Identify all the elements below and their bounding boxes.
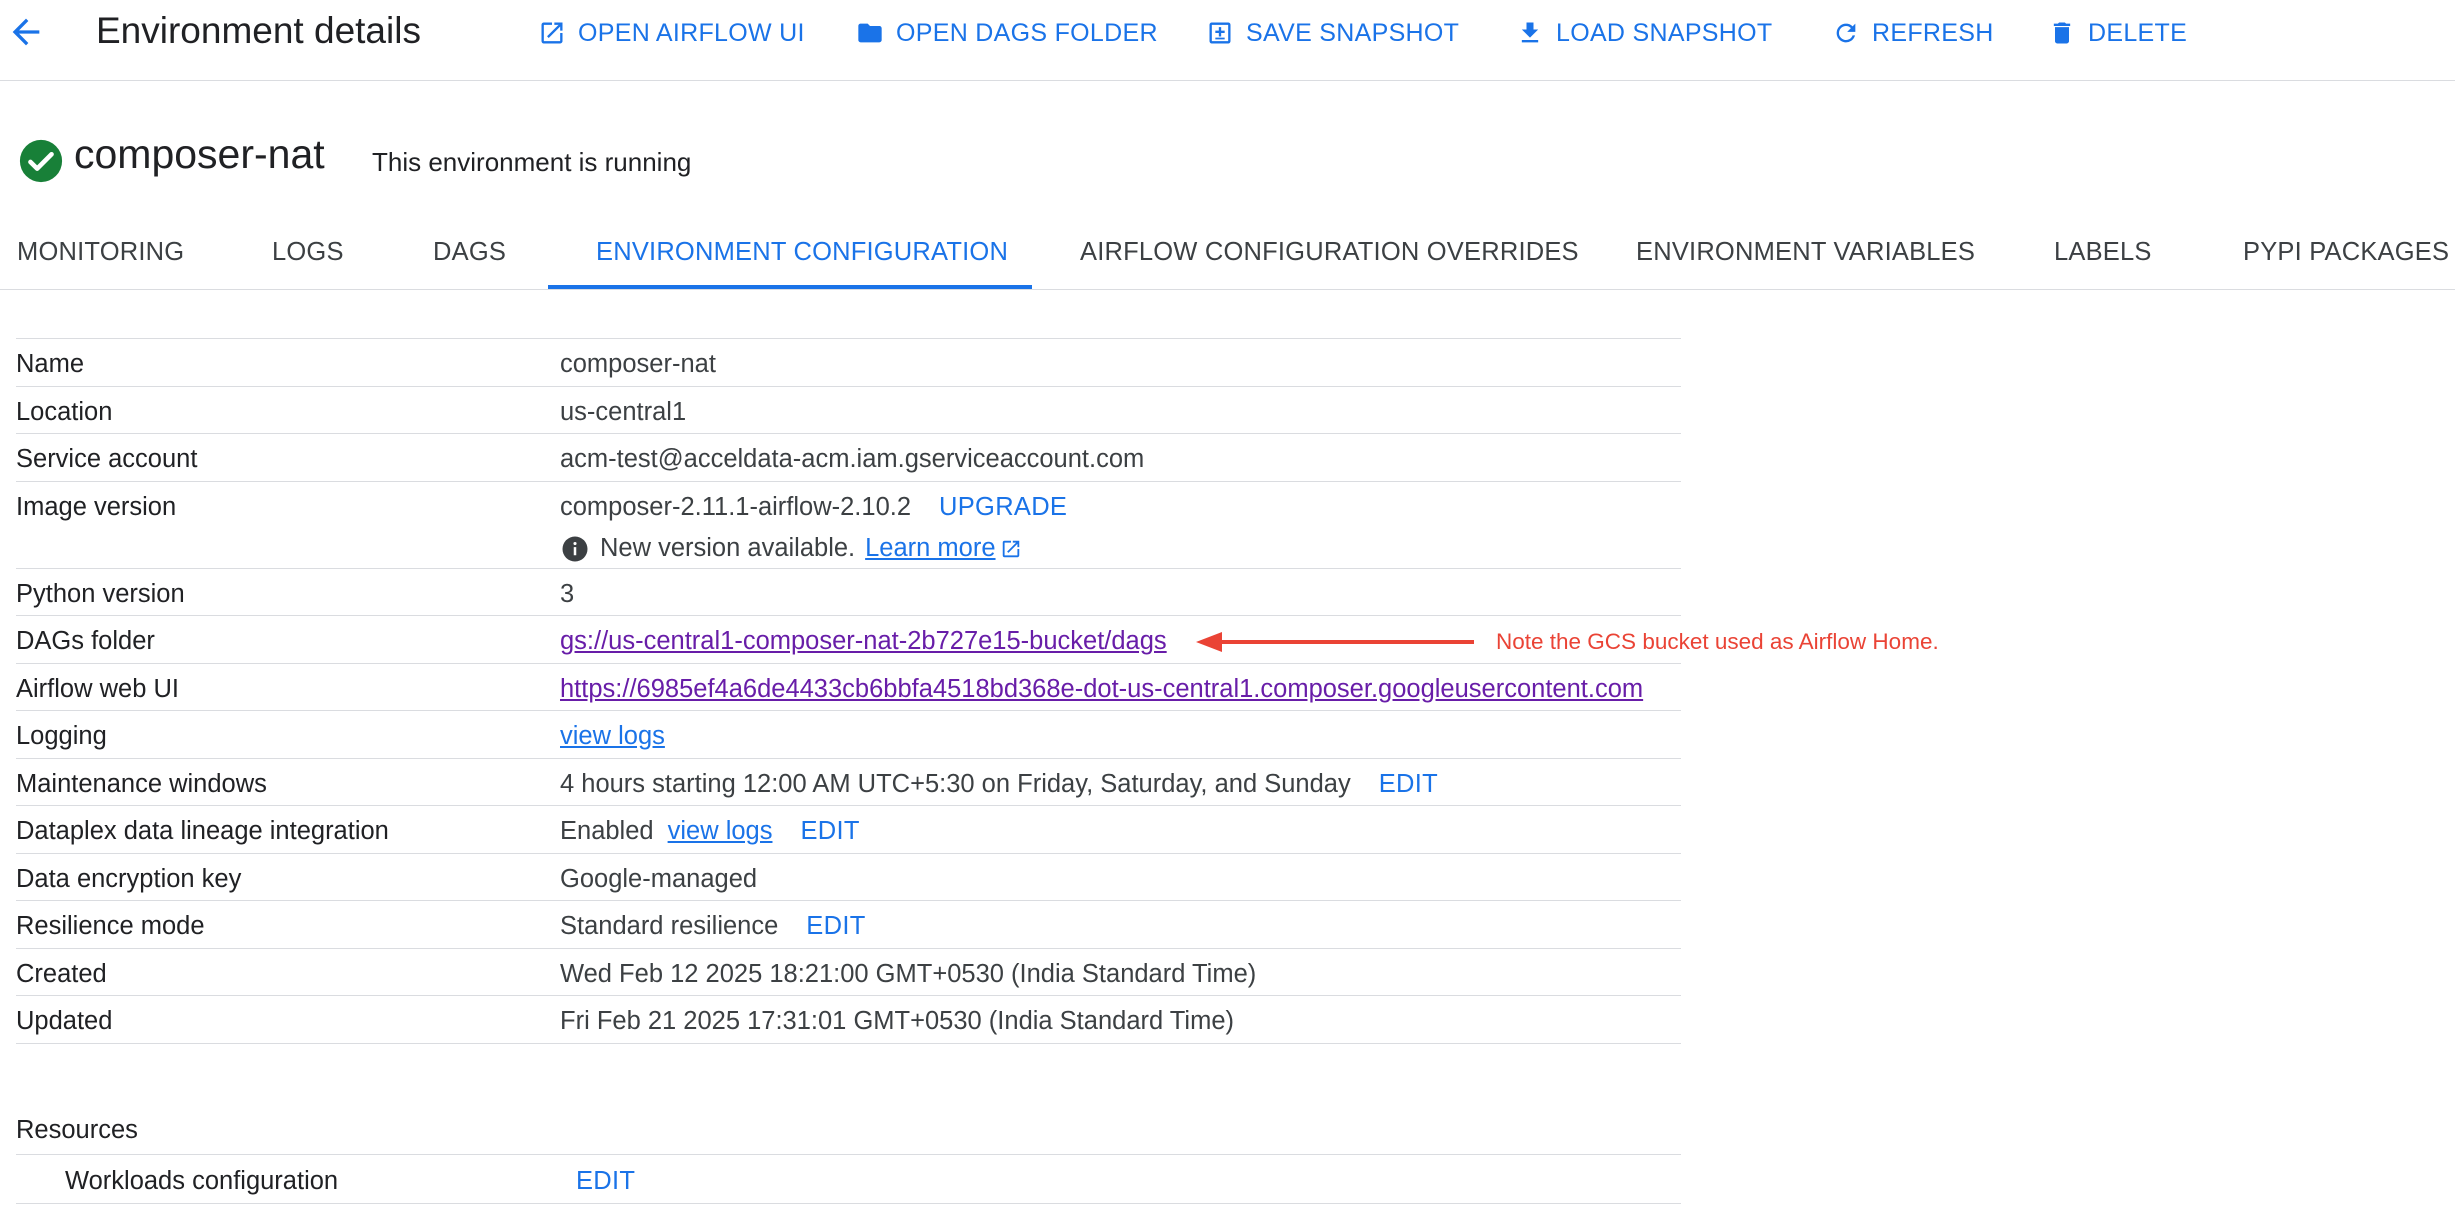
- open-airflow-ui-label: OPEN AIRFLOW UI: [578, 18, 805, 47]
- tab-pypi-packages[interactable]: PYPI PACKAGES: [2243, 238, 2449, 290]
- config-key: Data encryption key: [16, 864, 242, 893]
- resources-key: Workloads configuration: [65, 1167, 339, 1195]
- config-row-updated: Updated Fri Feb 21 2025 17:31:01 GMT+053…: [16, 995, 1681, 1044]
- maintenance-value: 4 hours starting 12:00 AM UTC+5:30 on Fr…: [560, 769, 1351, 798]
- config-value: Fri Feb 21 2025 17:31:01 GMT+0530 (India…: [560, 1007, 1235, 1035]
- environment-name: composer-nat: [74, 131, 325, 177]
- tab-environment-configuration[interactable]: ENVIRONMENT CONFIGURATION: [596, 238, 1008, 290]
- refresh-button[interactable]: REFRESH: [1832, 14, 1994, 52]
- config-row-logging: Logging view logs: [16, 710, 1681, 758]
- header-divider: [0, 80, 2455, 81]
- upgrade-button[interactable]: UPGRADE: [939, 493, 1067, 522]
- open-airflow-ui-button[interactable]: OPEN AIRFLOW UI: [538, 14, 805, 52]
- learn-more-label: Learn more: [865, 534, 996, 562]
- save-snapshot-label: SAVE SNAPSHOT: [1246, 18, 1460, 47]
- open-in-new-icon: [541, 22, 563, 44]
- delete-icon: [2053, 22, 2071, 44]
- config-key: Resilience mode: [16, 912, 205, 940]
- tab-monitoring[interactable]: MONITORING: [17, 238, 184, 290]
- config-key: Logging: [16, 722, 107, 750]
- config-value: composer-2.11.1-airflow-2.10.2 UPGRADE: [560, 493, 1067, 522]
- config-key: Name: [16, 350, 85, 378]
- config-row-python-version: Python version 3: [16, 567, 1681, 616]
- config-value: us-central1: [560, 397, 687, 426]
- config-value: Google-managed: [560, 864, 758, 893]
- delete-label: DELETE: [2088, 18, 2188, 47]
- environment-config-table: Name composer-nat Location us-central1 S…: [16, 338, 1681, 1044]
- tab-environment-variables[interactable]: ENVIRONMENT VARIABLES: [1636, 238, 1975, 290]
- new-version-notice: New version available. Learn more: [560, 534, 1022, 564]
- config-row-resilience-mode: Resilience mode Standard resilience EDIT: [16, 900, 1681, 948]
- config-row-image-version: Image version composer-2.11.1-airflow-2.…: [16, 480, 1681, 568]
- config-value: Enabled view logs EDIT: [560, 817, 860, 846]
- edit-maintenance-button[interactable]: EDIT: [1379, 770, 1438, 799]
- config-key: Created: [16, 959, 107, 988]
- config-value: Standard resilience EDIT: [560, 912, 866, 941]
- config-value: 4 hours starting 12:00 AM UTC+5:30 on Fr…: [560, 770, 1438, 799]
- save-snapshot-icon: [1209, 22, 1231, 44]
- resources-row-workloads: Workloads configuration EDIT: [16, 1154, 1681, 1204]
- folder-icon: [858, 23, 882, 43]
- config-row-maintenance-windows: Maintenance windows 4 hours starting 12:…: [16, 757, 1681, 806]
- tabs-divider: [0, 289, 2455, 290]
- load-snapshot-button[interactable]: LOAD SNAPSHOT: [1516, 14, 1772, 52]
- config-row-service-account: Service account acm-test@acceldata-acm.i…: [16, 433, 1681, 481]
- config-key: Service account: [16, 445, 198, 473]
- save-snapshot-button[interactable]: SAVE SNAPSHOT: [1206, 14, 1459, 52]
- config-value: Wed Feb 12 2025 18:21:00 GMT+0530 (India…: [560, 959, 1257, 988]
- open-in-new-icon: [1002, 540, 1019, 557]
- edit-resilience-button[interactable]: EDIT: [806, 912, 865, 941]
- resources-title: Resources: [16, 1116, 138, 1144]
- check-circle-icon: [19, 139, 63, 183]
- config-row-airflow-web-ui: Airflow web UI https://6985ef4a6de4433cb…: [16, 662, 1681, 711]
- annotation-note: Note the GCS bucket used as Airflow Home…: [1496, 629, 1939, 654]
- delete-button[interactable]: DELETE: [2048, 14, 2187, 52]
- refresh-label: REFRESH: [1872, 18, 1994, 47]
- config-key: Location: [16, 397, 113, 426]
- config-key: Dataplex data lineage integration: [16, 817, 389, 845]
- config-row-encryption-key: Data encryption key Google-managed: [16, 852, 1681, 901]
- resilience-value: Standard resilience: [560, 912, 779, 940]
- open-dags-folder-button[interactable]: OPEN DAGS FOLDER: [856, 14, 1158, 52]
- open-dags-folder-label: OPEN DAGS FOLDER: [896, 18, 1158, 47]
- view-logs-link[interactable]: view logs: [560, 722, 665, 751]
- dags-folder-link[interactable]: gs://us-central1-composer-nat-2b727e15-b…: [560, 627, 1167, 656]
- config-row-name: Name composer-nat: [16, 338, 1681, 386]
- dataplex-value: Enabled: [560, 817, 654, 845]
- environment-status: This environment is running: [372, 147, 692, 177]
- tab-dags[interactable]: DAGS: [433, 238, 506, 290]
- config-key: Python version: [16, 579, 185, 608]
- annotation-arrow-icon: [1196, 632, 1474, 652]
- config-row-location: Location us-central1: [16, 385, 1681, 434]
- tab-logs[interactable]: LOGS: [272, 238, 344, 290]
- config-key: Airflow web UI: [16, 674, 179, 703]
- tab-airflow-configuration-overrides[interactable]: AIRFLOW CONFIGURATION OVERRIDES: [1080, 238, 1579, 290]
- edit-dataplex-button[interactable]: EDIT: [800, 817, 859, 846]
- config-value: acm-test@acceldata-acm.iam.gserviceaccou…: [560, 445, 1145, 473]
- config-value: composer-nat: [560, 350, 716, 378]
- airflow-web-ui-link[interactable]: https://6985ef4a6de4433cb6bbfa4518bd368e…: [560, 675, 1643, 704]
- refresh-icon: [1836, 23, 1856, 43]
- new-version-text: New version available.: [600, 534, 856, 562]
- config-key: DAGs folder: [16, 627, 155, 655]
- learn-more-link[interactable]: Learn more: [865, 534, 1021, 563]
- config-key: Updated: [16, 1007, 113, 1035]
- config-value: 3: [560, 579, 575, 608]
- load-snapshot-label: LOAD SNAPSHOT: [1556, 18, 1773, 47]
- image-version-value: composer-2.11.1-airflow-2.10.2: [560, 492, 912, 521]
- config-row-created: Created Wed Feb 12 2025 18:21:00 GMT+053…: [16, 947, 1681, 996]
- download-icon: [1521, 22, 1539, 43]
- config-key: Image version: [16, 492, 177, 521]
- resources-table: Workloads configuration EDIT: [16, 1154, 1681, 1204]
- info-icon: [562, 536, 588, 561]
- page-title: Environment details: [96, 10, 421, 51]
- dataplex-view-logs-link[interactable]: view logs: [668, 817, 773, 846]
- tab-labels[interactable]: LABELS: [2054, 238, 2152, 290]
- config-key: Maintenance windows: [16, 769, 267, 798]
- config-row-dataplex: Dataplex data lineage integration Enable…: [16, 805, 1681, 853]
- edit-workloads-button[interactable]: EDIT: [576, 1167, 635, 1196]
- back-arrow-icon[interactable]: [6, 12, 46, 52]
